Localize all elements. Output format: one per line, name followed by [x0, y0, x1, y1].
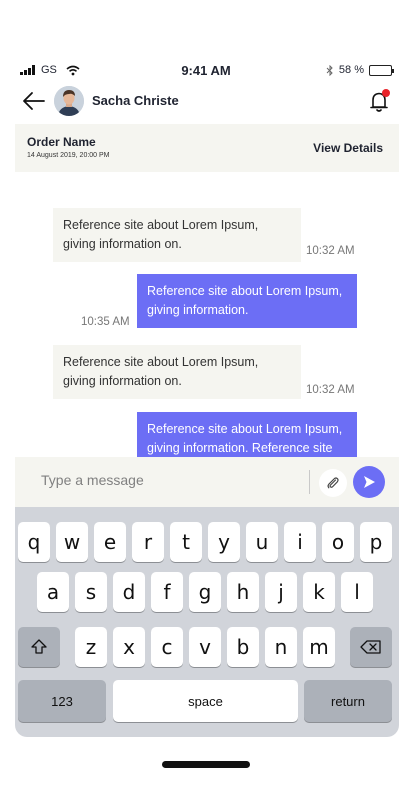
key-j[interactable]: j — [265, 572, 297, 612]
order-name: Order Name — [27, 135, 96, 149]
key-w[interactable]: w — [56, 522, 88, 562]
backspace-icon — [360, 640, 381, 654]
notification-dot — [382, 89, 390, 97]
key-y[interactable]: y — [208, 522, 240, 562]
key-u[interactable]: u — [246, 522, 278, 562]
home-indicator[interactable] — [162, 761, 250, 768]
key-m[interactable]: m — [303, 627, 335, 667]
message-input[interactable] — [41, 472, 291, 488]
key-t[interactable]: t — [170, 522, 202, 562]
bluetooth-icon — [326, 64, 333, 76]
back-arrow-icon[interactable] — [22, 90, 46, 112]
send-icon — [364, 476, 375, 488]
space-key[interactable]: space — [113, 680, 298, 722]
chat-header: Sacha Christe — [0, 84, 412, 118]
message-bubble-incoming: Reference site about Lorem Ipsum, giving… — [53, 208, 301, 262]
avatar[interactable] — [54, 86, 84, 116]
attach-button[interactable] — [319, 469, 347, 497]
key-f[interactable]: f — [151, 572, 183, 612]
key-b[interactable]: b — [227, 627, 259, 667]
key-o[interactable]: o — [322, 522, 354, 562]
send-button[interactable] — [353, 466, 385, 498]
key-h[interactable]: h — [227, 572, 259, 612]
key-x[interactable]: x — [113, 627, 145, 667]
avatar-image — [54, 86, 84, 116]
key-s[interactable]: s — [75, 572, 107, 612]
key-r[interactable]: r — [132, 522, 164, 562]
key-q[interactable]: q — [18, 522, 50, 562]
composer-divider — [309, 470, 310, 494]
status-bar: GS 9:41 AM 58 % — [0, 62, 412, 80]
message-time: 10:32 AM — [306, 245, 355, 257]
keyboard: q w e r t y u i o p a s d f g h j k l z … — [15, 507, 399, 737]
key-v[interactable]: v — [189, 627, 221, 667]
battery-icon — [369, 64, 394, 76]
shift-icon — [31, 639, 47, 654]
status-right: 58 % — [326, 64, 394, 76]
backspace-key[interactable] — [350, 627, 392, 667]
message-list[interactable]: Reference site about Lorem Ipsum, giving… — [15, 172, 399, 457]
battery-percent: 58 % — [338, 64, 364, 76]
message-bubble-incoming: Reference site about Lorem Ipsum, giving… — [53, 345, 301, 399]
numbers-key[interactable]: 123 — [18, 680, 106, 722]
key-c[interactable]: c — [151, 627, 183, 667]
key-d[interactable]: d — [113, 572, 145, 612]
message-bubble-outgoing: Reference site about Lorem Ipsum, giving… — [137, 274, 357, 328]
return-key[interactable]: return — [304, 680, 392, 722]
order-summary-bar: Order Name 14 August 2019, 20:00 PM View… — [15, 124, 399, 172]
key-i[interactable]: i — [284, 522, 316, 562]
message-composer — [15, 457, 399, 507]
key-z[interactable]: z — [75, 627, 107, 667]
paperclip-icon — [327, 477, 339, 489]
key-a[interactable]: a — [37, 572, 69, 612]
key-l[interactable]: l — [341, 572, 373, 612]
order-date: 14 August 2019, 20:00 PM — [27, 152, 110, 159]
key-k[interactable]: k — [303, 572, 335, 612]
bell-icon[interactable] — [368, 88, 392, 114]
contact-name: Sacha Christe — [92, 93, 179, 108]
key-g[interactable]: g — [189, 572, 221, 612]
shift-key[interactable] — [18, 627, 60, 667]
key-n[interactable]: n — [265, 627, 297, 667]
message-time: 10:32 AM — [306, 384, 355, 396]
key-p[interactable]: p — [360, 522, 392, 562]
view-details-link[interactable]: View Details — [313, 141, 383, 155]
key-e[interactable]: e — [94, 522, 126, 562]
message-bubble-outgoing: Reference site about Lorem Ipsum, giving… — [137, 412, 357, 457]
message-time: 10:35 AM — [81, 316, 130, 328]
